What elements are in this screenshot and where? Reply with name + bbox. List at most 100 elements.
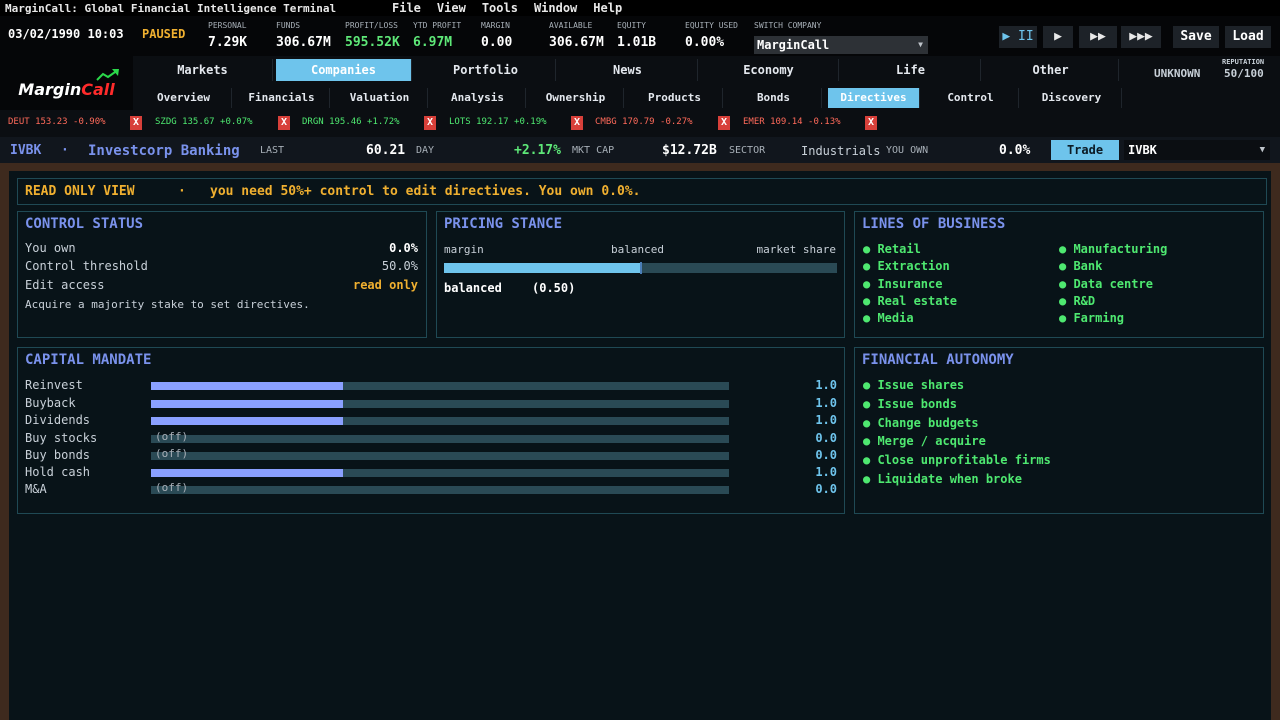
lob-item: ● Insurance bbox=[863, 277, 943, 291]
mandate-row: Buy stocks (off) 0.0 bbox=[25, 430, 837, 447]
ticker-separator: · bbox=[61, 143, 69, 158]
lob-item: ● Bank bbox=[1059, 259, 1103, 273]
mandate-bar bbox=[151, 382, 729, 390]
mktcap-value: $12.72B bbox=[662, 143, 717, 158]
lob-item: ● Retail bbox=[863, 242, 921, 256]
subtab-bonds[interactable]: Bonds bbox=[726, 88, 822, 108]
mandate-value: 1.0 bbox=[815, 396, 837, 410]
panel-title: FINANCIAL AUTONOMY bbox=[862, 352, 1014, 368]
mandate-bar: (off) bbox=[151, 447, 729, 460]
stat-personal-label: PERSONAL bbox=[208, 21, 247, 30]
read-only-banner: READ ONLY VIEW · you need 50%+ control t… bbox=[17, 178, 1267, 205]
subtab-products[interactable]: Products bbox=[627, 88, 723, 108]
lob-item: ● Extraction bbox=[863, 259, 950, 273]
trade-button[interactable]: Trade bbox=[1051, 140, 1119, 160]
tab-markets[interactable]: Markets bbox=[133, 59, 273, 81]
menu-help[interactable]: Help bbox=[593, 1, 622, 15]
play-button[interactable]: ▶ bbox=[1043, 26, 1073, 48]
mandate-bar-fill bbox=[151, 417, 344, 425]
subtab-control[interactable]: Control bbox=[923, 88, 1019, 108]
remove-watch-lots-icon[interactable]: X bbox=[571, 116, 583, 130]
subtab-overview[interactable]: Overview bbox=[136, 88, 232, 108]
mandate-value: 1.0 bbox=[815, 413, 837, 427]
watch-item-lots[interactable]: LOTS 192.17 +0.19% bbox=[449, 117, 547, 127]
panel-title: LINES OF BUSINESS bbox=[862, 216, 1006, 232]
mandate-row: Hold cash 1.0 bbox=[25, 465, 837, 481]
watchlist-bar: DEUT 153.23 -0.90% X SZDG 135.67 +0.07% … bbox=[0, 113, 1280, 135]
tab-other[interactable]: Other bbox=[983, 59, 1119, 81]
lines-of-business-panel: LINES OF BUSINESS ● Retail ● Manufacturi… bbox=[854, 211, 1264, 338]
panel-title: CONTROL STATUS bbox=[25, 216, 144, 232]
menu-bar: File View Tools Window Help bbox=[392, 1, 638, 15]
stance-value-text: balanced bbox=[444, 281, 502, 295]
ticker-select[interactable]: IVBK ▼ bbox=[1124, 140, 1270, 160]
control-row-threshold: Control threshold 50.0% bbox=[25, 259, 418, 275]
remove-watch-szdg-icon[interactable]: X bbox=[278, 116, 290, 130]
watch-item-deut[interactable]: DEUT 153.23 -0.90% bbox=[8, 117, 106, 127]
mandate-value: 1.0 bbox=[815, 378, 837, 392]
load-button[interactable]: Load bbox=[1225, 26, 1271, 48]
mandate-label: Buyback bbox=[25, 396, 76, 410]
remove-watch-deut-icon[interactable]: X bbox=[130, 116, 142, 130]
watch-item-drgn[interactable]: DRGN 195.46 +1.72% bbox=[302, 117, 400, 127]
subtab-financials[interactable]: Financials bbox=[234, 88, 330, 108]
subtab-ownership[interactable]: Ownership bbox=[528, 88, 624, 108]
menu-tools[interactable]: Tools bbox=[482, 1, 518, 15]
tab-news[interactable]: News bbox=[558, 59, 698, 81]
row-value: read only bbox=[352, 278, 418, 292]
mandate-bar-fill bbox=[151, 400, 344, 408]
row-value: 50.0% bbox=[381, 259, 418, 273]
subtab-analysis[interactable]: Analysis bbox=[430, 88, 526, 108]
stat-equity-used-value: 0.00% bbox=[685, 35, 725, 50]
lob-item: ● Real estate bbox=[863, 294, 957, 308]
remove-watch-emer-icon[interactable]: X bbox=[865, 116, 877, 130]
lob-item: ● R&D bbox=[1059, 294, 1096, 308]
autonomy-item: ● Close unprofitable firms bbox=[863, 453, 1051, 467]
remove-watch-drgn-icon[interactable]: X bbox=[424, 116, 436, 130]
subtab-discovery[interactable]: Discovery bbox=[1022, 88, 1122, 108]
autonomy-item: ● Issue bonds bbox=[863, 397, 957, 411]
mandate-bar bbox=[151, 469, 729, 477]
stat-personal-value: 7.29K bbox=[208, 35, 248, 50]
tab-life[interactable]: Life bbox=[841, 59, 981, 81]
row-value: 0.0% bbox=[389, 241, 418, 255]
chevron-down-icon: ▼ bbox=[1259, 145, 1265, 155]
tab-portfolio[interactable]: Portfolio bbox=[416, 59, 556, 81]
mandate-label: Dividends bbox=[25, 413, 91, 427]
switch-company-label: SWITCH COMPANY bbox=[754, 21, 822, 30]
app-logo: MarginCall bbox=[0, 56, 133, 110]
ticker-symbol: IVBK bbox=[10, 143, 42, 158]
pause-button[interactable]: ▶ II bbox=[999, 26, 1037, 48]
stance-mid-label: balanced bbox=[611, 243, 664, 256]
fastest-button[interactable]: ▶▶▶ bbox=[1121, 26, 1161, 48]
mandate-bar-fill bbox=[151, 382, 344, 390]
stance-value-number: (0.50) bbox=[532, 281, 576, 295]
save-button[interactable]: Save bbox=[1173, 26, 1219, 48]
title-bar: MarginCall: Global Financial Intelligenc… bbox=[0, 0, 1280, 16]
subtab-directives[interactable]: Directives bbox=[828, 88, 920, 108]
menu-view[interactable]: View bbox=[437, 1, 466, 15]
menu-window[interactable]: Window bbox=[534, 1, 577, 15]
stat-profit-loss-label: PROFIT/LOSS bbox=[345, 21, 398, 30]
sector-value: Industrials bbox=[801, 144, 881, 158]
sector-label: SECTOR bbox=[729, 145, 766, 156]
read-only-message: you need 50%+ control to edit directives… bbox=[210, 184, 641, 199]
watch-item-szdg[interactable]: SZDG 135.67 +0.07% bbox=[155, 117, 253, 127]
watch-item-cmbg[interactable]: CMBG 170.79 -0.27% bbox=[595, 117, 693, 127]
logo-text-margin: Margin bbox=[18, 79, 82, 99]
stat-funds-label: FUNDS bbox=[276, 21, 301, 30]
remove-watch-cmbg-icon[interactable]: X bbox=[718, 116, 730, 130]
tab-companies[interactable]: Companies bbox=[276, 59, 412, 81]
fast-forward-button[interactable]: ▶▶ bbox=[1079, 26, 1117, 48]
menu-file[interactable]: File bbox=[392, 1, 421, 15]
sub-nav: Overview Financials Valuation Analysis O… bbox=[133, 84, 1280, 110]
subtab-valuation[interactable]: Valuation bbox=[332, 88, 428, 108]
mandate-bar: (off) bbox=[151, 430, 729, 443]
tab-economy[interactable]: Economy bbox=[699, 59, 839, 81]
lob-item: ● Media bbox=[863, 311, 914, 325]
ticker-select-value: IVBK bbox=[1128, 143, 1157, 157]
control-status-panel: CONTROL STATUS You own 0.0% Control thre… bbox=[17, 211, 427, 338]
game-datetime: 03/02/1990 10:03 bbox=[8, 27, 124, 41]
switch-company-select[interactable]: MarginCall ▼ bbox=[754, 36, 928, 54]
watch-item-emer[interactable]: EMER 109.14 -0.13% bbox=[743, 117, 841, 127]
